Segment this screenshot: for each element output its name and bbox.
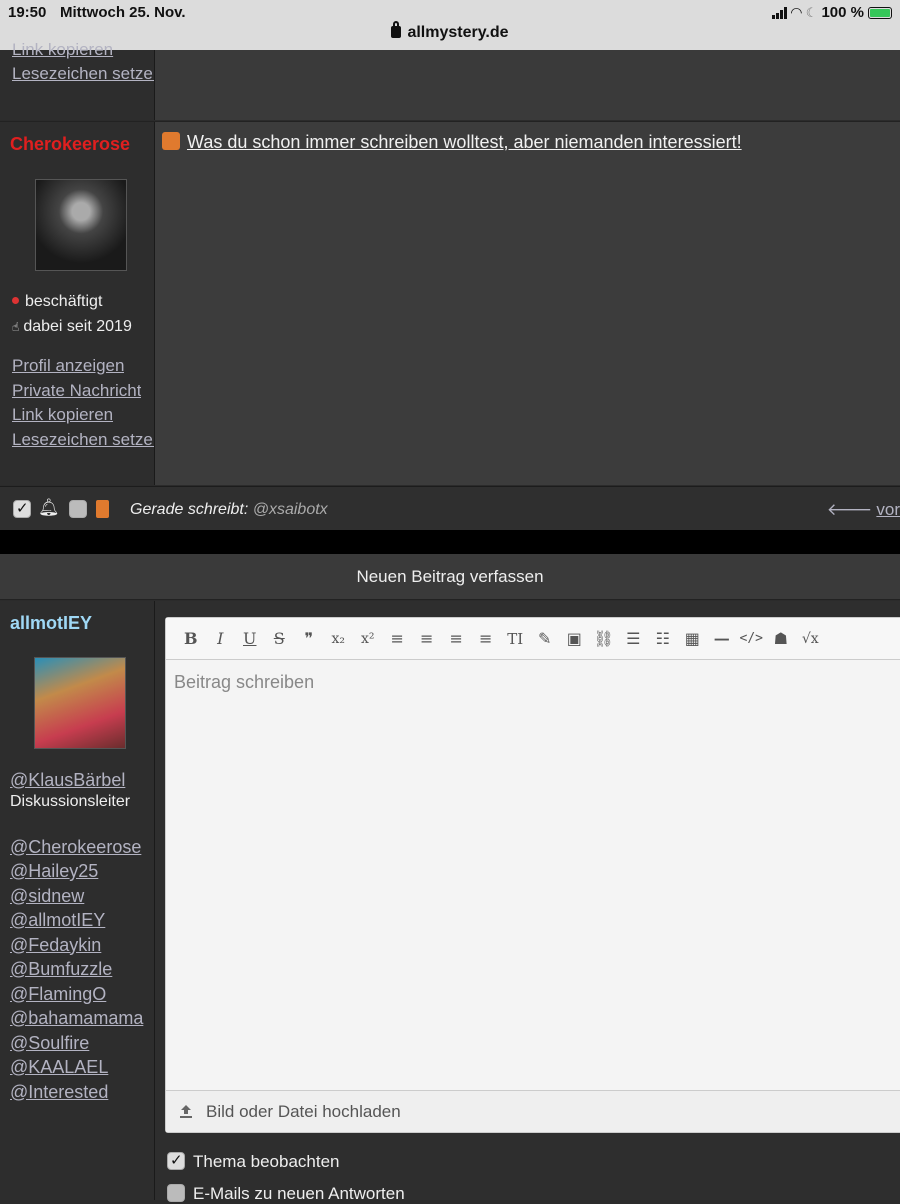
rich-text-editor: B I U S ❞ x₂ x² ≡ ≡ ≡ ≡ TI ✎ ▣ ⛓ ☰ ☷ ▦ —… — [165, 617, 900, 1133]
image-icon[interactable]: ▣ — [560, 629, 590, 648]
watch-thread-checkbox[interactable] — [167, 1151, 185, 1170]
upload-icon — [180, 1105, 192, 1118]
formula-icon[interactable]: √x — [796, 631, 826, 647]
participant-mention[interactable]: @Interested — [10, 1080, 143, 1105]
busy-dot-icon — [12, 297, 19, 304]
participant-mention[interactable]: @Fedaykin — [10, 933, 143, 958]
participant-mention[interactable]: @allmotIEY — [10, 908, 143, 933]
typing-indicator: Gerade schreibt: @xsaibotx — [130, 501, 328, 519]
lock-icon — [391, 21, 402, 38]
status-icons: ◠ ☾ 100 % — [772, 4, 892, 21]
online-status: beschäftigt — [12, 293, 102, 311]
moon-icon: ☾ — [805, 4, 818, 20]
separator — [0, 530, 900, 554]
compose-area: B I U S ❞ x₂ x² ≡ ≡ ≡ ≡ TI ✎ ▣ ⛓ ☰ ☷ ▦ —… — [155, 601, 900, 1203]
thread-control-bar: 🔔︎ Gerade schreibt: @xsaibotx 🡐vor — [0, 486, 900, 530]
option-watch-thread[interactable]: Thema beobachten — [167, 1151, 340, 1172]
avatar[interactable] — [34, 657, 126, 749]
participant-mention[interactable]: @FlamingO — [10, 982, 143, 1007]
clock: 19:50 — [8, 4, 47, 21]
previous-label: vor — [876, 500, 900, 519]
superscript-icon[interactable]: x² — [353, 631, 383, 647]
date: Mittwoch 25. Nov. — [60, 4, 186, 21]
align-center-icon[interactable]: ≡ — [412, 629, 442, 648]
text-size-icon[interactable]: TI — [501, 630, 531, 648]
editor-toolbar: B I U S ❞ x₂ x² ≡ ≡ ≡ ≡ TI ✎ ▣ ⛓ ☰ ☷ ▦ —… — [166, 618, 900, 660]
typing-user[interactable]: @xsaibotx — [253, 501, 328, 518]
quote-icon[interactable]: ❞ — [294, 629, 324, 648]
profile-link[interactable]: Profil anzeigen — [12, 356, 124, 376]
thread-title-link[interactable]: Was du schon immer schreiben wolltest, a… — [187, 132, 742, 153]
strikethrough-icon[interactable]: S — [265, 629, 295, 648]
status-text: beschäftigt — [25, 293, 103, 310]
align-right-icon[interactable]: ≡ — [442, 629, 472, 648]
table-icon[interactable]: ▦ — [678, 629, 708, 648]
moderator-mention[interactable]: @KlausBärbel — [10, 768, 143, 793]
compose-sidebar: allmotIEY @KlausBärbel Diskussionsleiter… — [0, 601, 155, 1200]
email-replies-label: E-Mails zu neuen Antworten — [193, 1184, 405, 1203]
battery-percent: 100 % — [821, 4, 864, 21]
pencil-icon[interactable]: ✎ — [530, 629, 560, 648]
underline-icon[interactable]: U — [235, 629, 265, 648]
participant-mention[interactable]: @Bumfuzzle — [10, 957, 143, 982]
previous-post-sidebar: Link kopieren Lesezeichen setzen — [0, 40, 155, 120]
bullet-list-icon[interactable]: ☰ — [619, 629, 649, 648]
hand-icon: ☝ — [12, 320, 20, 334]
typing-label: Gerade schreibt: — [130, 501, 249, 518]
align-left-icon[interactable]: ≡ — [383, 629, 413, 648]
bold-icon[interactable]: B — [176, 629, 206, 648]
editor-placeholder[interactable]: Beitrag schreiben — [174, 672, 314, 693]
member-since-text: dabei seit 2019 — [23, 318, 132, 335]
participant-mention[interactable]: @sidnew — [10, 884, 143, 909]
avatar[interactable] — [35, 179, 127, 271]
member-since: ☝ dabei seit 2019 — [12, 318, 132, 336]
copy-link[interactable]: Link kopieren — [12, 405, 113, 425]
post-author-sidebar: Cherokeerose beschäftigt ☝ dabei seit 201… — [0, 122, 155, 485]
moderator-role: Diskussionsleiter — [10, 792, 131, 810]
watch-checkbox[interactable] — [13, 499, 31, 518]
bookmark-link[interactable]: Lesezeichen setzen — [12, 64, 154, 84]
horizontal-rule-icon[interactable]: — — [707, 629, 737, 648]
private-message-link[interactable]: Private Nachricht — [12, 381, 141, 401]
numbered-list-icon[interactable]: ☷ — [648, 629, 678, 648]
previous-post: Link kopieren Lesezeichen setzen — [0, 40, 900, 120]
participants-list: @KlausBärbel Diskussionsleiter @Cherokee… — [10, 768, 143, 1104]
previous-page-link[interactable]: 🡐 vor — [827, 500, 900, 520]
upload-button[interactable]: Bild oder Datei hochladen — [166, 1090, 900, 1132]
participant-mention[interactable]: @Soulfire — [10, 1031, 143, 1056]
spoiler-icon[interactable]: ☗ — [766, 629, 796, 648]
post-author-name[interactable]: Cherokeerose — [10, 134, 130, 155]
email-icon[interactable] — [96, 500, 109, 518]
arrow-left-icon: 🡐 — [826, 500, 873, 519]
signal-icon — [772, 6, 788, 19]
url-text: allmystery.de — [407, 24, 509, 41]
email-checkbox[interactable] — [69, 500, 87, 518]
participant-mention[interactable]: @bahamamama — [10, 1006, 143, 1031]
subscript-icon[interactable]: x₂ — [324, 631, 354, 647]
post-thread-icon — [162, 132, 180, 150]
link-icon[interactable]: ⛓ — [589, 629, 619, 648]
watch-thread-label: Thema beobachten — [193, 1152, 340, 1171]
compose-header: Neuen Beitrag verfassen — [0, 554, 900, 600]
code-icon[interactable]: </> — [737, 631, 767, 646]
forum-post: Cherokeerose beschäftigt ☝ dabei seit 201… — [0, 121, 900, 485]
current-user-name[interactable]: allmotIEY — [10, 613, 92, 634]
copy-link[interactable]: Link kopieren — [12, 40, 152, 60]
align-justify-icon[interactable]: ≡ — [471, 629, 501, 648]
italic-icon[interactable]: I — [206, 629, 236, 648]
battery-icon — [868, 6, 892, 19]
option-email-replies[interactable]: E-Mails zu neuen Antworten — [167, 1184, 405, 1204]
email-replies-checkbox[interactable] — [167, 1184, 185, 1202]
bookmark-link[interactable]: Lesezeichen setzen — [12, 430, 154, 450]
wifi-icon: ◠ — [791, 4, 802, 20]
upload-label: Bild oder Datei hochladen — [206, 1102, 401, 1121]
participant-mention[interactable]: @Hailey25 — [10, 859, 143, 884]
participant-mention[interactable]: @Cherokeerose — [10, 835, 143, 860]
bell-icon[interactable]: 🔔︎ — [38, 498, 60, 518]
participant-mention[interactable]: @KAALAEL — [10, 1055, 143, 1080]
